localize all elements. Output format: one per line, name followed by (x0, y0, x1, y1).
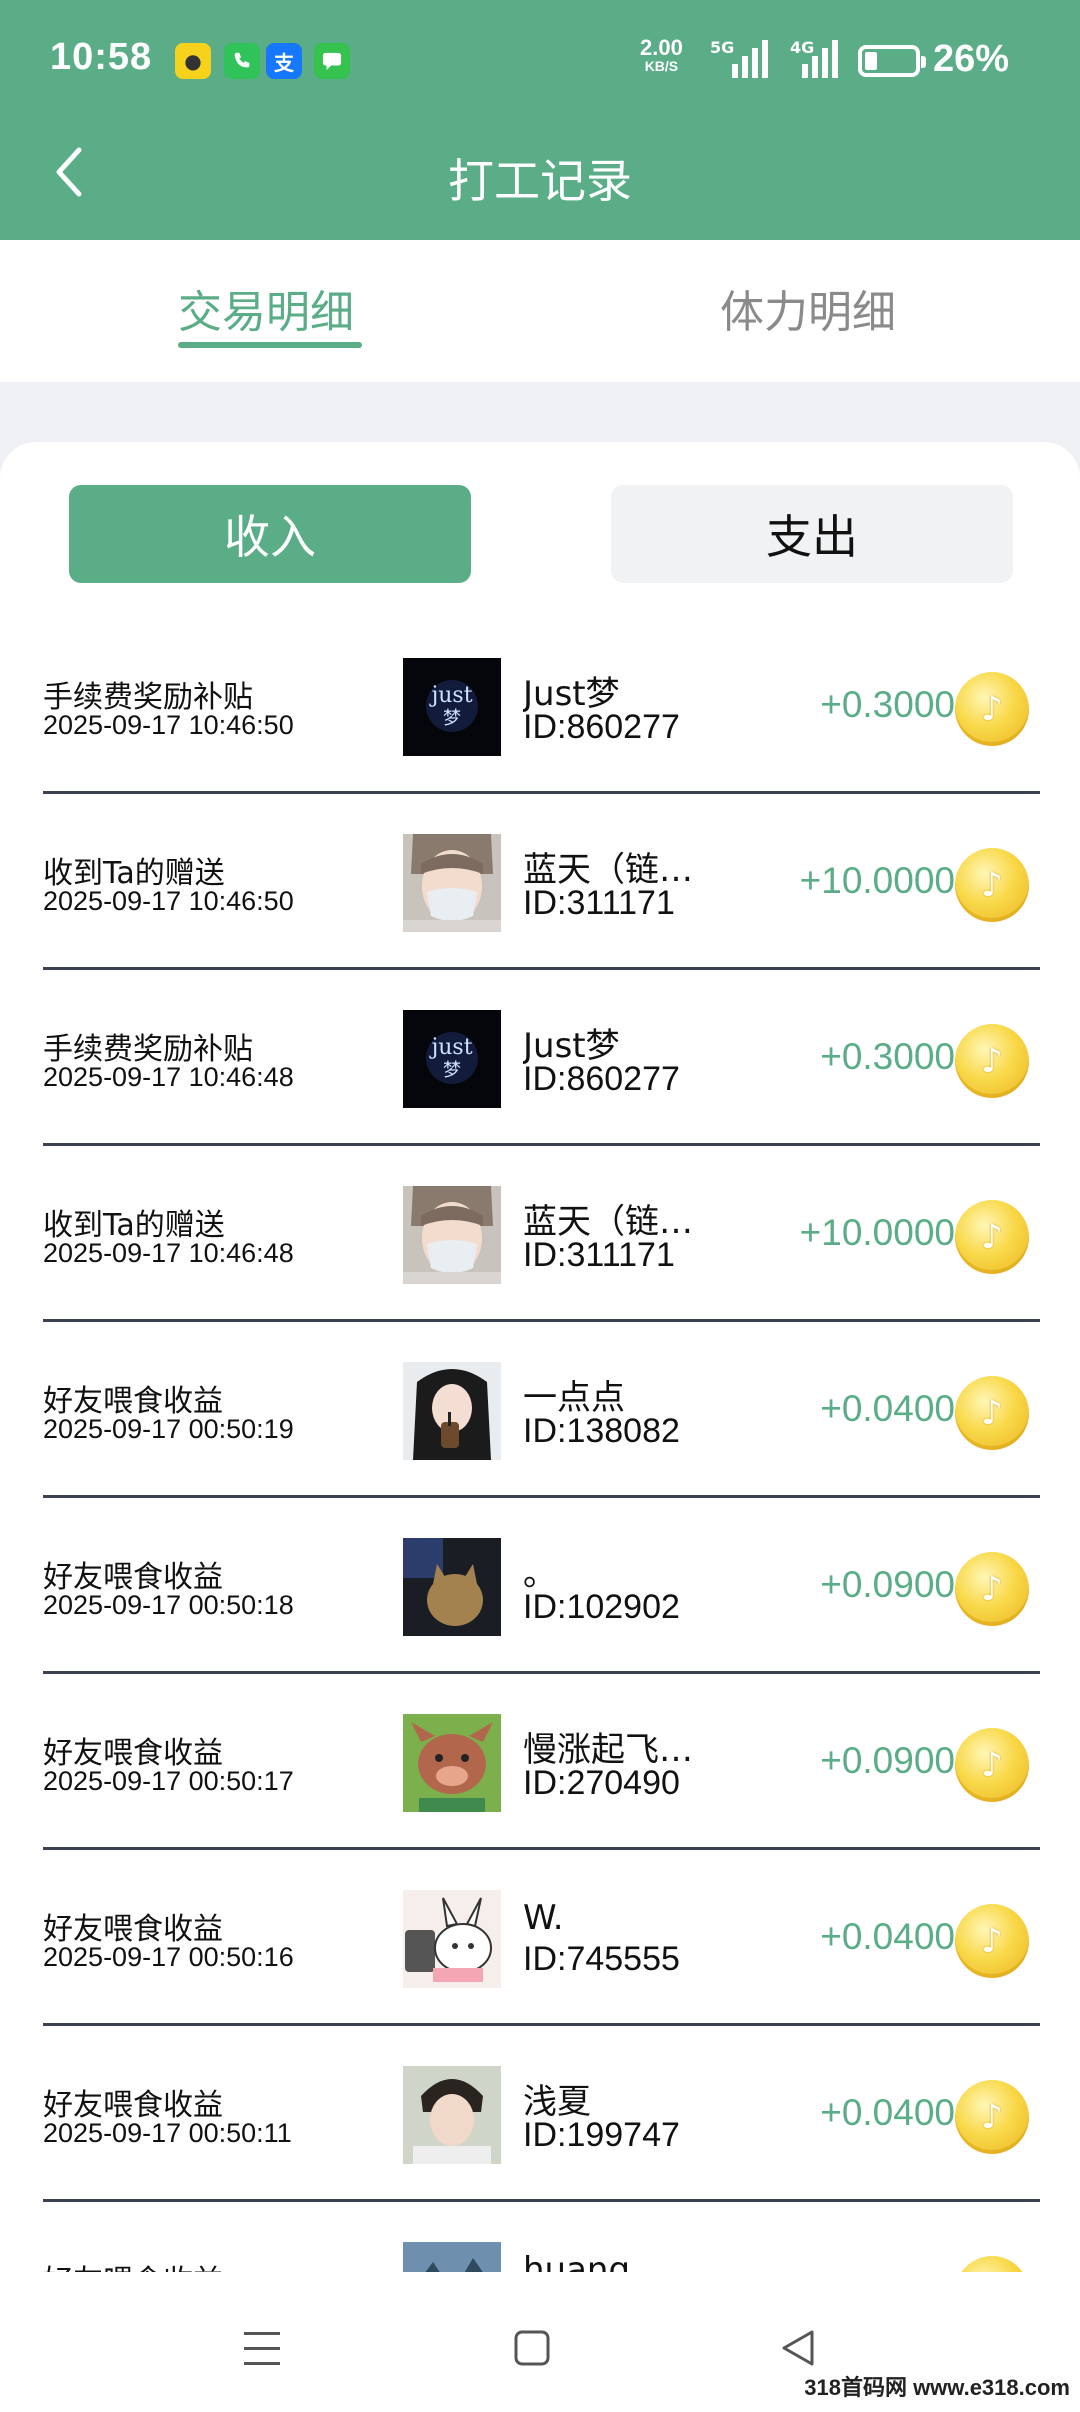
record-user-id: ID:860277 (523, 708, 680, 746)
coin-icon: ♪ (955, 1376, 1029, 1450)
record-row[interactable]: 好友喂食收益 2025-09-17 00:50:18。 ID:102902 +0.09… (0, 1498, 1080, 1674)
watermark: 318首码网 www.e318.com (804, 2375, 1070, 2400)
svg-text:梦: 梦 (443, 708, 461, 729)
record-user-name: W. (523, 1898, 564, 1938)
coin-icon: ♪ (955, 1200, 1029, 1274)
signal-5g-icon (732, 40, 768, 78)
record-time: 2025-09-17 10:46:48 (43, 1062, 294, 1092)
record-time: 2025-09-17 00:50:11 (43, 2118, 292, 2148)
tab-stamina-details[interactable]: 体力明细 (720, 276, 896, 340)
record-amount: +0.0900 (820, 1564, 955, 1605)
record-time: 2025-09-17 10:46:48 (43, 1238, 294, 1268)
tab-bar: 交易明细 体力明细 (0, 240, 1080, 382)
coin-icon: ♪ (955, 1552, 1029, 1626)
record-row[interactable]: 好友喂食收益 2025-09-17 00:50:16 W. ID:745555 +0.0… (0, 1850, 1080, 2026)
record-amount: +10.0000 (799, 1212, 955, 1253)
status-bar: 10:58 ● 支 2.00 KB/S 5G 4G 26% (0, 0, 1080, 125)
svg-text:just: just (428, 1035, 472, 1060)
system-nav-bar: 318首码网 www.e318.com (0, 2282, 1080, 2412)
game-app-icon: ● (175, 43, 211, 79)
record-row[interactable]: 手续费奖励补贴 2025-09-17 10:46:48 just 梦 Just梦 ID:8… (0, 970, 1080, 1146)
messages-app-icon (314, 43, 350, 79)
rabbit-cartoon-avatar[interactable] (403, 1890, 501, 1988)
coin-icon: ♪ (955, 848, 1029, 922)
coin-icon: ♪ (955, 672, 1029, 746)
boar-cartoon-avatar[interactable] (403, 1714, 501, 1812)
masked-person-avatar[interactable] (403, 834, 501, 932)
page-title: 打工记录 (448, 154, 632, 208)
landscape-avatar[interactable] (403, 2242, 501, 2272)
record-amount: +0.0900 (820, 1740, 955, 1781)
records-card: 收入 支出 手续费奖励补贴 2025-09-17 10:46:50 just 梦 Jus… (0, 442, 1080, 2282)
record-row[interactable]: 收到Ta的赠送 2025-09-17 10:46:48 蓝天（链… ID:311171… (0, 1146, 1080, 1322)
record-user-id: ID:199747 (523, 2116, 680, 2154)
record-row[interactable]: 好友喂食收益 2025-09-17 00:50:17 慢涨起飞… ID:270490 +… (0, 1674, 1080, 1850)
record-amount: +10.0000 (799, 860, 955, 901)
record-list[interactable]: 手续费奖励补贴 2025-09-17 10:46:50 just 梦 Just梦 ID:8… (0, 618, 1080, 2272)
record-row[interactable]: 收到Ta的赠送 2025-09-17 10:46:50 蓝天（链… ID:311171… (0, 794, 1080, 970)
record-user-id: ID:745555 (523, 1940, 680, 1978)
back-nav-button[interactable] (768, 2318, 828, 2378)
svg-text:梦: 梦 (443, 1060, 461, 1081)
tab-transaction-details[interactable]: 交易明细 (178, 276, 354, 340)
record-amount: +0.3000 (820, 1036, 955, 1077)
status-time: 10:58 (50, 36, 153, 78)
record-amount: +0.0400 (820, 1916, 955, 1957)
coin-icon: ♪ (955, 1904, 1029, 1978)
active-tab-indicator (178, 342, 362, 348)
record-time: 2025-09-17 00:50:19 (43, 1414, 294, 1444)
record-user-id: ID:860277 (523, 1060, 680, 1098)
coin-icon: ♪ (955, 2080, 1029, 2154)
just-dream-avatar[interactable]: just 梦 (403, 658, 501, 756)
phone-app-icon (224, 43, 260, 79)
record-type: 好友喂食收益 (43, 2256, 223, 2272)
record-user-id: ID:311171 (523, 884, 675, 922)
record-amount: +0.0400 (820, 2092, 955, 2133)
square-home-icon (514, 2330, 550, 2366)
record-amount: +0.0400 (820, 1388, 955, 1429)
record-user-name: huang (523, 2250, 631, 2272)
record-time: 2025-09-17 00:50:17 (43, 1766, 294, 1796)
coin-icon: ♪ (955, 1728, 1029, 1802)
network-speed: 2.00 KB/S (640, 35, 683, 75)
record-user-id: ID:138082 (523, 1412, 680, 1450)
record-row[interactable]: 好友喂食收益 2025-09-17 00:50:19 一点点 ID:138082 +0.… (0, 1322, 1080, 1498)
masked-person-avatar[interactable] (403, 1186, 501, 1284)
income-button[interactable]: 收入 (69, 485, 471, 583)
app-header: 10:58 ● 支 2.00 KB/S 5G 4G 26% 打工记录 (0, 0, 1080, 240)
record-time: 2025-09-17 10:46:50 (43, 710, 294, 740)
record-row[interactable]: 好友喂食收益 2025-09-17 00:50:11 浅夏 ID:199747 +0.0… (0, 2026, 1080, 2202)
expense-button[interactable]: 支出 (611, 485, 1013, 583)
record-user-id: ID:270490 (523, 1764, 680, 1802)
triangle-back-icon (782, 2330, 814, 2366)
coin-icon: ♪ (955, 2256, 1029, 2272)
cat-avatar[interactable] (403, 1538, 501, 1636)
just-dream-avatar[interactable]: just 梦 (403, 1010, 501, 1108)
menu-icon (244, 2332, 280, 2365)
boy-avatar[interactable] (403, 2066, 501, 2164)
record-time: 2025-09-17 00:50:16 (43, 1942, 294, 1972)
record-row[interactable]: 手续费奖励补贴 2025-09-17 10:46:50 just 梦 Just梦 ID:8… (0, 618, 1080, 794)
battery-icon (858, 45, 926, 77)
signal-4g-icon (802, 40, 838, 78)
coin-icon: ♪ (955, 1024, 1029, 1098)
menu-nav-button[interactable] (232, 2318, 292, 2378)
svg-text:just: just (428, 683, 472, 708)
home-nav-button[interactable] (502, 2318, 562, 2378)
girl-drink-avatar[interactable] (403, 1362, 501, 1460)
record-time: 2025-09-17 00:50:18 (43, 1590, 294, 1620)
battery-percentage: 26% (933, 38, 1010, 80)
alipay-app-icon: 支 (266, 43, 302, 79)
record-amount: +0.3000 (820, 684, 955, 725)
record-time: 2025-09-17 10:46:50 (43, 886, 294, 916)
record-user-id: ID:311171 (523, 1236, 675, 1274)
record-user-id: ID:102902 (523, 1588, 680, 1626)
record-row[interactable]: 好友喂食收益 huang ♪ (0, 2202, 1080, 2272)
